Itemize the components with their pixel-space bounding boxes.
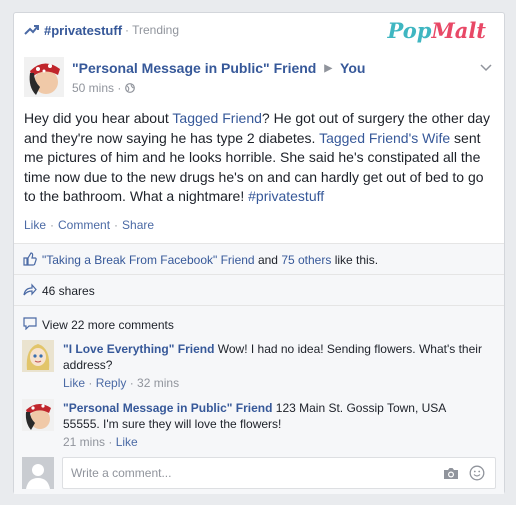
post-header: "Personal Message in Public" Friend ▶ You … [24,57,494,107]
comment-reply-link[interactable]: Reply [96,376,127,390]
comment-bubble-icon [23,317,37,330]
shares-link[interactable]: 46 shares [42,284,95,298]
tagged-friend-wife-link[interactable]: Tagged Friend's Wife [319,130,450,146]
post-author-line: "Personal Message in Public" Friend ▶ You [72,60,365,76]
others-link[interactable]: 75 others [281,253,331,267]
hashtag-link[interactable]: #privatestuff [248,188,324,204]
comment-time[interactable]: 32 mins [137,376,179,390]
comment-meta: 21 mins · Like [63,435,138,449]
globe-icon [124,83,135,93]
post-card: #privatestuff · Trending PopMalt "Person… [13,12,505,494]
liker-link[interactable]: "Taking a Break From Facebook" Friend [42,253,255,267]
trending-label: · Trending [125,23,180,37]
comment-like-link[interactable]: Like [63,376,85,390]
camera-icon[interactable] [443,466,459,480]
comment-item: "I Love Everything" Friend Wow! I had no… [22,340,496,394]
comment-item: "Personal Message in Public" Friend 123 … [22,399,496,453]
likes-summary: "Taking a Break From Facebook" Friend an… [42,253,379,267]
comment-meta: Like · Reply · 32 mins [63,376,180,390]
trending-hashtag-link[interactable]: #privatestuff [44,23,122,38]
commenter-name-link[interactable]: "Personal Message in Public" Friend [63,401,272,415]
thumbs-up-icon [23,252,37,266]
more-comments-row: View 22 more comments [14,306,504,336]
like-link[interactable]: Like [24,218,46,232]
comment-input[interactable]: Write a comment... [62,457,496,489]
comment-like-link[interactable]: Like [116,435,138,449]
post-author-link[interactable]: "Personal Message in Public" Friend [72,60,316,76]
comment-placeholder: Write a comment... [71,466,172,480]
shares-row: 46 shares [14,275,504,306]
post-timestamp[interactable]: 50 mins · [72,81,125,95]
comment-content: "Personal Message in Public" Friend 123 … [63,400,483,450]
trending-bar: #privatestuff · Trending PopMalt [14,13,504,49]
comment-time[interactable]: 21 mins [63,435,105,449]
share-link[interactable]: Share [122,218,154,232]
post-meta: 50 mins · [72,81,135,95]
popmalt-logo: PopMalt [387,18,486,43]
comment-content: "I Love Everything" Friend Wow! I had no… [63,341,483,391]
tagged-friend-link[interactable]: Tagged Friend [172,110,262,126]
commenter-avatar[interactable] [22,340,54,372]
post-recipient-link[interactable]: You [340,60,365,76]
view-more-comments-link[interactable]: View 22 more comments [42,318,174,332]
author-avatar[interactable] [24,57,64,97]
feedback-section: "Taking a Break From Facebook" Friend an… [14,243,504,494]
share-arrow-icon [23,283,37,296]
likes-row: "Taking a Break From Facebook" Friend an… [14,244,504,275]
post-actions: Like · Comment · Share [24,218,155,232]
comment-composer: Write a comment... [22,457,496,489]
chevron-down-icon[interactable] [480,63,492,73]
comment-link[interactable]: Comment [58,218,110,232]
trending-icon [24,25,39,35]
user-avatar [22,457,54,489]
commenter-name-link[interactable]: "I Love Everything" Friend [63,342,214,356]
arrow-right-icon: ▶ [324,63,333,74]
commenter-avatar[interactable] [22,399,54,431]
emoji-icon[interactable] [469,465,485,481]
post-body: Hey did you hear about Tagged Friend? He… [24,110,490,204]
